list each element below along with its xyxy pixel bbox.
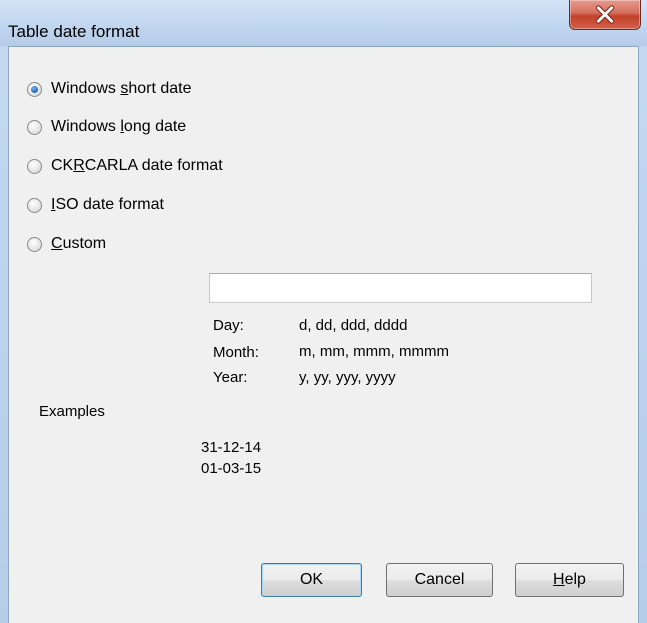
cancel-button-label: Cancel xyxy=(414,571,465,588)
ok-button[interactable]: OK xyxy=(261,563,362,597)
radio-option-custom[interactable]: Custom xyxy=(27,233,106,255)
close-icon xyxy=(595,5,615,24)
dialog-client-area: Windows short date Windows long date CKR… xyxy=(8,46,639,623)
day-hint-value: d, dd, ddd, dddd xyxy=(299,317,408,334)
radio-option-windows-short-date[interactable]: Windows short date xyxy=(27,78,192,100)
title-bar[interactable]: Table date format xyxy=(0,0,647,46)
dialog-window: Table date format Windows short date Win… xyxy=(0,0,647,623)
radio-label: ISO date format xyxy=(51,196,164,213)
radio-button[interactable] xyxy=(27,236,42,252)
custom-format-input[interactable] xyxy=(209,273,592,303)
radio-label: CKRCARLA date format xyxy=(51,157,223,174)
window-title: Table date format xyxy=(8,22,140,41)
radio-label: Windows short date xyxy=(51,80,192,97)
cancel-button[interactable]: Cancel xyxy=(386,563,493,597)
radio-button[interactable] xyxy=(27,119,42,135)
radio-button[interactable] xyxy=(27,197,42,213)
help-button[interactable]: Help xyxy=(515,563,624,597)
example-line: 31-12-14 xyxy=(201,439,262,456)
radio-button[interactable] xyxy=(27,158,42,174)
radio-option-windows-long-date[interactable]: Windows long date xyxy=(27,116,186,138)
radio-option-iso-date-format[interactable]: ISO date format xyxy=(27,194,164,216)
examples-heading: Examples xyxy=(39,403,105,420)
year-hint-value: y, yy, yyy, yyyy xyxy=(299,369,396,386)
radio-label: Custom xyxy=(51,235,107,252)
radio-label: Windows long date xyxy=(51,118,187,135)
example-line: 01-03-15 xyxy=(201,460,262,477)
radio-option-ckrcarla-date-format[interactable]: CKRCARLA date format xyxy=(27,155,223,177)
month-hint-label: Month: xyxy=(213,344,259,361)
close-button[interactable] xyxy=(569,0,641,30)
help-button-label: Help xyxy=(553,571,586,588)
ok-button-label: OK xyxy=(299,571,324,588)
radio-button[interactable] xyxy=(27,81,42,97)
day-hint-label: Day: xyxy=(213,317,244,334)
month-hint-value: m, mm, mmm, mmmm xyxy=(299,343,449,360)
year-hint-label: Year: xyxy=(213,369,248,386)
